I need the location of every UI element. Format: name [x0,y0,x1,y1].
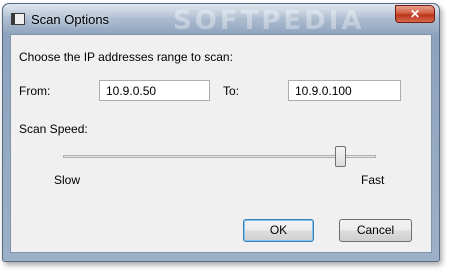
slow-label: Slow [54,173,81,187]
title-bar[interactable]: Scan Options SOFTPEDIA ✕ [3,4,439,36]
range-prompt: Choose the IP addresses range to scan: [19,50,233,64]
ok-button[interactable]: OK [243,219,314,242]
cancel-button[interactable]: Cancel [339,219,412,242]
from-ip-input[interactable] [99,80,210,101]
window-title: Scan Options [31,12,110,27]
slider-thumb[interactable] [334,146,346,167]
close-icon: ✕ [409,7,421,21]
from-label: From: [19,84,51,98]
fast-label: Fast [361,173,385,187]
to-ip-input[interactable] [288,80,401,101]
close-button[interactable]: ✕ [395,5,435,23]
scan-speed-label: Scan Speed: [19,122,88,136]
scan-options-window: Scan Options SOFTPEDIA ✕ Choose the IP a… [2,3,440,262]
watermark-logo: SOFTPEDIA [173,6,365,36]
scan-speed-slider[interactable] [63,155,376,158]
to-label: To: [223,84,240,98]
window-app-icon [11,13,25,25]
dialog-body: Choose the IP addresses range to scan: F… [10,34,432,253]
